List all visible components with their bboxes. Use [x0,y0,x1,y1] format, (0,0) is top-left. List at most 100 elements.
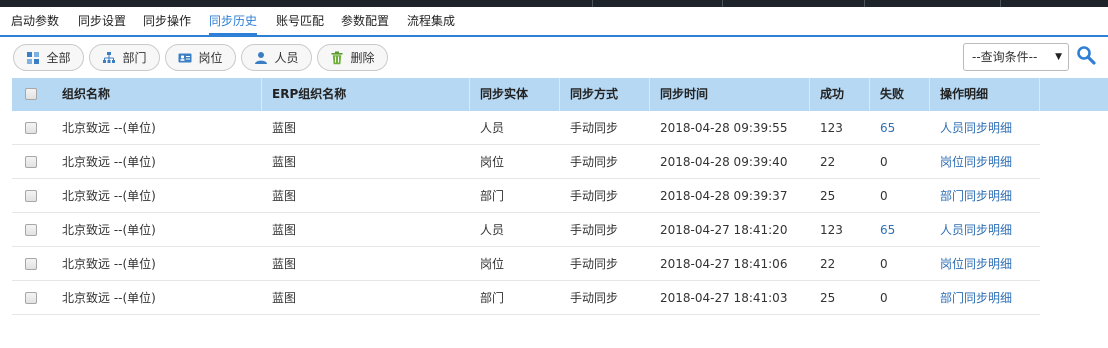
post-button-label: 岗位 [198,51,223,65]
top-bar-divider [722,0,723,7]
cell-sync-method: 手动同步 [570,121,619,135]
cell-sync-time: 2018-04-27 18:41:20 [660,223,788,237]
table-row[interactable]: 北京致远 --(单位) 蓝图 岗位 手动同步 2018-04-28 09:39:… [12,145,1040,179]
query-condition-select[interactable]: --查询条件-- ▼ [963,43,1069,71]
cell-org-name: 北京致远 --(单位) [62,223,156,237]
cell-erp-org-name: 蓝图 [272,257,297,271]
caret-down-icon: ▼ [1055,52,1062,62]
cell-sync-time: 2018-04-27 18:41:03 [660,291,788,305]
cell-detail-link[interactable]: 人员同步明细 [930,111,1012,145]
cell-detail-link[interactable]: 部门同步明细 [930,179,1012,213]
tab-sync-settings[interactable]: 同步设置 [78,7,126,35]
delete-button-label: 删除 [350,51,375,65]
all-button-label: 全部 [46,51,71,65]
col-erp-org-name[interactable]: ERP组织名称 [262,78,470,111]
cell-fail: 0 [880,291,888,305]
search-icon[interactable] [1076,45,1096,65]
cell-org-name: 北京致远 --(单位) [62,155,156,169]
table-row[interactable]: 北京致远 --(单位) 蓝图 人员 手动同步 2018-04-27 18:41:… [12,213,1040,247]
member-button-label: 人员 [274,51,299,65]
cell-sync-time: 2018-04-28 09:39:37 [660,189,788,203]
top-bar-divider [1000,0,1001,7]
cell-fail-link[interactable]: 65 [870,213,895,247]
cell-sync-method: 手动同步 [570,291,619,305]
cell-sync-entity: 人员 [480,223,505,237]
tab-startup-params[interactable]: 启动参数 [11,7,59,35]
cell-success: 123 [820,223,843,237]
cell-fail-link[interactable]: 65 [870,111,895,145]
delete-button[interactable]: 删除 [317,44,388,71]
department-button-label: 部门 [122,51,147,65]
org-tree-icon [102,51,116,65]
col-sync-method[interactable]: 同步方式 [560,78,650,111]
department-button[interactable]: 部门 [89,44,160,71]
top-bar [0,0,1108,7]
id-card-icon [178,51,192,65]
cell-fail: 0 [880,155,888,169]
tab-sync-operation[interactable]: 同步操作 [143,7,191,35]
table-header: 组织名称 ERP组织名称 同步实体 同步方式 同步时间 成功 失败 操作明细 [12,78,1108,111]
cell-sync-method: 手动同步 [570,155,619,169]
cell-erp-org-name: 蓝图 [272,155,297,169]
cell-success: 25 [820,189,836,203]
row-checkbox[interactable] [25,258,37,270]
tab-process-integration[interactable]: 流程集成 [407,7,455,35]
table-row[interactable]: 北京致远 --(单位) 蓝图 部门 手动同步 2018-04-27 18:41:… [12,281,1040,315]
member-button[interactable]: 人员 [241,44,312,71]
post-button[interactable]: 岗位 [165,44,236,71]
col-sync-entity[interactable]: 同步实体 [470,78,560,111]
cell-sync-method: 手动同步 [570,189,619,203]
col-fail[interactable]: 失败 [870,78,930,111]
cell-fail: 0 [880,189,888,203]
tab-account-match[interactable]: 账号匹配 [276,7,324,35]
cell-org-name: 北京致远 --(单位) [62,291,156,305]
cell-sync-entity: 岗位 [480,155,505,169]
col-success[interactable]: 成功 [810,78,870,111]
cell-org-name: 北京致远 --(单位) [62,257,156,271]
cell-org-name: 北京致远 --(单位) [62,121,156,135]
tab-param-config[interactable]: 参数配置 [341,7,389,35]
col-sync-time[interactable]: 同步时间 [650,78,810,111]
cell-sync-entity: 人员 [480,121,505,135]
tab-sync-history[interactable]: 同步历史 [209,7,258,35]
cell-sync-time: 2018-04-27 18:41:06 [660,257,788,271]
cell-org-name: 北京致远 --(单位) [62,189,156,203]
col-detail[interactable]: 操作明细 [930,78,1040,111]
table-row[interactable]: 北京致远 --(单位) 蓝图 部门 手动同步 2018-04-28 09:39:… [12,179,1040,213]
person-icon [254,51,268,65]
cell-erp-org-name: 蓝图 [272,189,297,203]
cell-detail-link[interactable]: 岗位同步明细 [930,145,1012,179]
cell-success: 22 [820,257,836,271]
cell-sync-time: 2018-04-28 09:39:40 [660,155,788,169]
trash-icon [330,51,344,65]
cell-success: 25 [820,291,836,305]
cell-sync-entity: 岗位 [480,257,505,271]
cell-detail-link[interactable]: 人员同步明细 [930,213,1012,247]
row-checkbox[interactable] [25,292,37,304]
row-checkbox[interactable] [25,122,37,134]
row-checkbox[interactable] [25,156,37,168]
cell-sync-entity: 部门 [480,291,505,305]
cell-erp-org-name: 蓝图 [272,223,297,237]
top-bar-divider [592,0,593,7]
select-all-checkbox[interactable] [25,88,37,100]
toolbar: 全部 部门 岗位 人员 删除 [0,39,1108,77]
all-button[interactable]: 全部 [13,44,84,71]
col-org-name[interactable]: 组织名称 [52,78,262,111]
cell-sync-entity: 部门 [480,189,505,203]
row-checkbox[interactable] [25,190,37,202]
cell-success: 22 [820,155,836,169]
row-checkbox[interactable] [25,224,37,236]
table-row[interactable]: 北京致远 --(单位) 蓝图 岗位 手动同步 2018-04-27 18:41:… [12,247,1040,281]
table-row[interactable]: 北京致远 --(单位) 蓝图 人员 手动同步 2018-04-28 09:39:… [12,111,1040,145]
query-condition-value: --查询条件-- [972,50,1038,64]
grid-icon [26,51,40,65]
cell-sync-time: 2018-04-28 09:39:55 [660,121,788,135]
top-bar-divider [864,0,865,7]
cell-detail-link[interactable]: 部门同步明细 [930,281,1012,315]
cell-sync-method: 手动同步 [570,223,619,237]
cell-fail: 0 [880,257,888,271]
cell-sync-method: 手动同步 [570,257,619,271]
cell-erp-org-name: 蓝图 [272,291,297,305]
cell-detail-link[interactable]: 岗位同步明细 [930,247,1012,281]
